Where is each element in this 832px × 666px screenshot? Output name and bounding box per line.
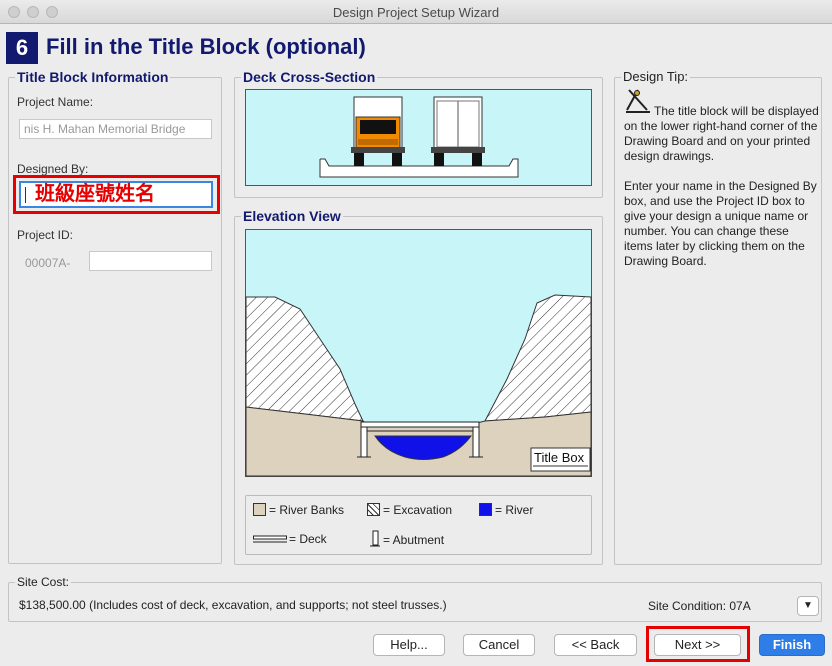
chevron-down-icon: ▼ xyxy=(803,600,813,611)
back-button[interactable]: << Back xyxy=(554,634,637,656)
step-number: 6 xyxy=(6,32,38,64)
design-tip-text: The title block will be displayed on the… xyxy=(624,104,820,284)
text-caret xyxy=(25,187,26,203)
deck-symbol xyxy=(253,535,287,543)
legend-excavation: = Excavation xyxy=(367,503,452,517)
abutment-symbol xyxy=(370,530,380,547)
legend-abutment: = Abutment xyxy=(369,530,444,548)
design-tip-legend: Design Tip: xyxy=(621,69,691,84)
project-id-prefix: 00007A- xyxy=(25,256,71,270)
site-condition-dropdown[interactable]: ▼ xyxy=(797,596,819,616)
designed-by-label: Designed By: xyxy=(17,162,89,176)
project-id-field[interactable] xyxy=(89,251,212,271)
legend-river-banks: = River Banks xyxy=(253,503,344,517)
title-block-legend: Title Block Information xyxy=(15,69,171,85)
project-name-field[interactable]: nis H. Mahan Memorial Bridge xyxy=(19,119,212,139)
elevation-view-legend: Elevation View xyxy=(241,208,343,224)
site-condition-text: Site Condition: 07A xyxy=(648,599,751,613)
finish-button[interactable]: Finish xyxy=(759,634,825,656)
deck-cross-section-drawing xyxy=(245,89,592,186)
designed-by-value: 班級座號姓名 xyxy=(35,183,155,205)
step-title: Fill in the Title Block (optional) xyxy=(46,34,366,59)
excavation-swatch xyxy=(367,503,380,516)
site-cost-text: $138,500.00 (Includes cost of deck, exca… xyxy=(19,598,447,612)
designed-by-field[interactable]: 班級座號姓名 xyxy=(19,181,213,208)
cancel-button[interactable]: Cancel xyxy=(463,634,535,656)
title-box-label: Title Box xyxy=(534,450,585,465)
title-bar: Design Project Setup Wizard xyxy=(0,0,832,24)
tip-paragraph-2: Enter your name in the Designed By box, … xyxy=(624,179,817,268)
next-button[interactable]: Next >> xyxy=(654,634,741,656)
river-swatch xyxy=(479,503,492,516)
elevation-view-drawing xyxy=(245,229,592,477)
river-banks-swatch xyxy=(253,503,266,516)
help-button[interactable]: Help... xyxy=(373,634,445,656)
site-cost-legend: Site Cost: xyxy=(15,575,72,589)
legend-deck: = Deck xyxy=(253,532,327,546)
project-name-label: Project Name: xyxy=(17,95,94,109)
window-title: Design Project Setup Wizard xyxy=(332,5,500,20)
title-block-group: Title Block Information xyxy=(8,69,222,564)
wizard-window: Design Project Setup Wizard 6 Fill in th… xyxy=(0,0,832,666)
legend-river: = River xyxy=(479,503,533,517)
project-id-label: Project ID: xyxy=(17,228,74,242)
tip-paragraph-1: The title block will be displayed on the… xyxy=(624,104,819,163)
deck-cross-section-legend: Deck Cross-Section xyxy=(241,69,378,85)
